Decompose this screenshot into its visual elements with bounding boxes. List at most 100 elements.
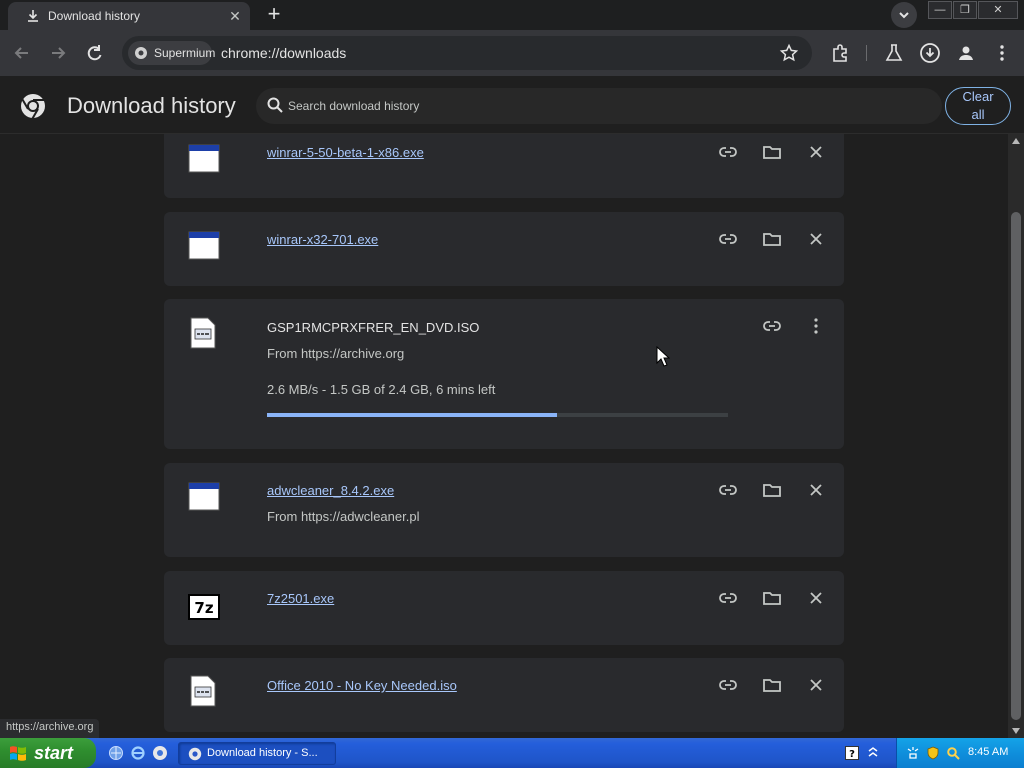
remove-icon[interactable] [805,228,827,250]
download-file-link[interactable]: 7z2501.exe [267,591,334,606]
taskbar: start Download history - S... ? 8:45 AM [0,738,1024,768]
reload-icon[interactable] [82,41,106,65]
tab-title: Download history [48,9,141,23]
download-file-link[interactable]: winrar-x32-701.exe [267,232,378,247]
svg-text:7z: 7z [194,599,213,617]
copy-link-icon[interactable] [717,587,739,609]
page-title: Download history [67,93,236,118]
download-item: winrar-5-50-beta-1-x86.exe [164,134,844,198]
scroll-down-arrow[interactable] [1012,728,1020,734]
downloads-list: winrar-5-50-beta-1-x86.exe winrar-x32-70… [0,134,1008,738]
show-in-folder-icon[interactable] [761,141,783,163]
download-source: From https://adwcleaner.pl [267,509,420,524]
scroll-up-arrow[interactable] [1012,138,1020,144]
copy-link-icon[interactable] [761,315,783,337]
taskbar-item-label: Download history - S... [207,747,318,759]
internet-explorer-icon[interactable] [130,745,146,761]
download-item: adwcleaner_8.4.2.exe From https://adwcle… [164,463,844,557]
iso-file-icon [190,317,216,349]
back-icon[interactable] [10,41,34,65]
more-menu-icon[interactable] [991,42,1013,64]
copy-link-icon[interactable] [717,228,739,250]
tab-search-button[interactable] [891,2,917,28]
tab-download-history[interactable]: Download history ✕ [8,2,250,30]
download-progress-bar [267,413,728,417]
bookmark-star-icon[interactable] [779,43,799,63]
network-icon[interactable] [906,746,920,760]
status-bubble-url: https://archive.org [0,719,100,738]
supermium-icon [135,47,147,59]
windows-flag-icon [10,746,26,761]
address-bar[interactable]: Supermium chrome://downloads [122,36,812,70]
download-item: Office 2010 - No Key Needed.iso [164,658,844,732]
tab-close-icon[interactable]: ✕ [226,7,244,25]
exe-window-icon [188,482,220,511]
restore-button[interactable]: ❐ [953,1,977,19]
help-icon[interactable]: ? [845,746,859,760]
download-file-link[interactable]: winrar-5-50-beta-1-x86.exe [267,145,424,160]
security-shield-icon[interactable] [926,746,940,760]
exe-window-icon [188,144,220,173]
download-item: winrar-x32-701.exe [164,212,844,286]
remove-icon[interactable] [805,479,827,501]
svg-text:?: ? [849,749,855,760]
show-in-folder-icon[interactable] [761,587,783,609]
tray-expand-icon[interactable] [866,746,880,760]
remove-icon[interactable] [805,674,827,696]
download-item: 7z 7z2501.exe [164,571,844,645]
show-in-folder-icon[interactable] [761,479,783,501]
copy-link-icon[interactable] [717,479,739,501]
exe-window-icon [188,231,220,260]
iso-file-icon [190,675,216,707]
chevron-down-icon [899,12,909,19]
mouse-cursor-icon [656,346,670,367]
minimize-button[interactable]: — [928,1,952,19]
extensions-icon[interactable] [830,42,852,64]
browser-toolbar: Supermium chrome://downloads [0,30,1024,76]
forward-icon[interactable] [46,41,70,65]
download-source: From https://archive.org [267,346,405,361]
new-tab-button[interactable]: + [262,3,286,27]
labs-flask-icon[interactable] [883,42,905,64]
clear-all-label-line1: Clear [962,89,994,104]
search-input[interactable] [288,96,888,116]
copy-link-icon[interactable] [717,141,739,163]
copy-link-icon[interactable] [717,674,739,696]
chrome-quicklaunch-icon[interactable] [152,745,168,761]
chrome-logo-icon [21,94,45,119]
clear-all-label-line2: all [971,107,985,122]
remove-icon[interactable] [805,587,827,609]
toolbar-separator [866,45,867,61]
download-progress-fill [267,413,558,417]
start-label: start [34,743,74,763]
remove-icon[interactable] [805,141,827,163]
taskbar-item-download-history[interactable]: Download history - S... [178,742,336,765]
scroll-thumb[interactable] [1011,212,1021,720]
download-icon [28,10,38,22]
close-window-button[interactable]: ✕ [978,1,1018,19]
downloads-button-icon[interactable] [919,42,941,64]
download-file-link[interactable]: Office 2010 - No Key Needed.iso [267,678,457,693]
download-item-in-progress: GSP1RMCPRXFRER_EN_DVD.ISO From https://a… [164,299,844,449]
site-chip-label: Supermium [154,46,216,60]
tab-strip: Download history ✕ + — ❐ ✕ [0,0,1024,30]
search-tray-icon[interactable] [946,746,960,760]
download-file-link[interactable]: adwcleaner_8.4.2.exe [267,483,394,498]
page-scrollbar[interactable] [1008,134,1024,738]
start-button[interactable]: start [0,738,96,768]
show-desktop-icon[interactable] [108,745,124,761]
show-in-folder-icon[interactable] [761,228,783,250]
more-actions-icon[interactable] [805,315,827,337]
download-progress-text: 2.6 MB/s - 1.5 GB of 2.4 GB, 6 mins left [267,382,496,397]
download-file-name: GSP1RMCPRXFRER_EN_DVD.ISO [267,320,480,335]
downloads-header: Download history Clear all [0,76,1024,134]
clock: 8:45 AM [968,746,1009,758]
profile-icon[interactable] [955,42,977,64]
clear-all-button[interactable]: Clear all [945,87,1011,125]
search-icon [267,97,283,113]
search-box[interactable] [256,88,942,124]
site-chip[interactable]: Supermium [128,41,216,65]
show-in-folder-icon[interactable] [761,674,783,696]
browser-app-icon [188,747,202,761]
url-text[interactable]: chrome://downloads [221,45,346,61]
